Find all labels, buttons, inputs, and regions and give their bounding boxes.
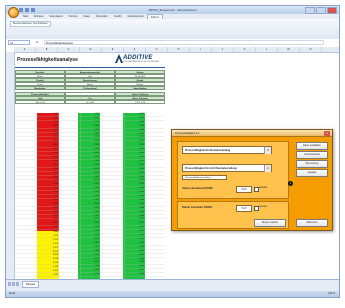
ribbon-button[interactable]: Benutzerdefinierte Symbolleisten <box>10 21 51 27</box>
logo-wordmark: ADDITIVE <box>123 55 153 61</box>
column-header[interactable]: F <box>124 47 146 52</box>
fx-icon[interactable]: fx <box>36 40 38 44</box>
upper-limit-input[interactable]: 5,20 <box>236 205 252 212</box>
lower-limit-label: Unterer Grenzwert (UGW): <box>182 187 214 190</box>
non-normal-distribution-select[interactable]: Prozessfähigkeit für nicht Normalverteil… <box>182 164 272 172</box>
chevron-down-icon[interactable]: ▾ <box>264 147 271 154</box>
header-cell[interactable]: Spezifikation <box>115 86 165 90</box>
header-row: Bearbeiter Prüfmerkmal Spezifikation <box>15 86 165 90</box>
data-area[interactable]: 5,112 5,087 5,130 5,104 5,098 5,121 5,093 5,115… <box>15 113 165 279</box>
column-header[interactable]: E <box>102 47 124 52</box>
column-header[interactable]: H <box>168 47 190 52</box>
title-bar: MPSK2_Beispiel.xlsx - Microsoft Excel <box>6 6 339 18</box>
column-header[interactable]: N <box>300 47 322 52</box>
window-controls <box>305 7 337 14</box>
column-header[interactable]: G <box>146 47 168 52</box>
column-header[interactable]: I <box>190 47 212 52</box>
select-value: Prozessfähigkeit für Normalverteilung <box>185 149 231 152</box>
select-value: Prozessfähigkeit für nicht Normalverteil… <box>185 167 237 170</box>
info-icon[interactable]: i <box>288 181 293 186</box>
output-button[interactable]: Ausgabe <box>296 169 328 177</box>
header-cell[interactable]: Ist: 0,66 <box>65 100 115 104</box>
status-bar: Bereit 100 % <box>6 291 339 297</box>
apply-button[interactable]: Übernehmen <box>296 160 328 168</box>
header-cell[interactable]: Soll: 1,33 <box>15 100 65 104</box>
cancel-button[interactable]: Abbrechen <box>296 219 328 227</box>
page-title: Prozessfähigkeitsanalyse <box>17 57 78 63</box>
distribution-panel: Prozessfähigkeit für Normalverteilung ▾ … <box>177 141 289 199</box>
first-sheet-icon[interactable] <box>8 282 11 286</box>
create-report-button[interactable]: Report erstellen <box>254 219 286 227</box>
select-data-button[interactable]: Daten auswählen <box>296 142 328 150</box>
header-cell[interactable]: Prüfmerkmal <box>65 86 115 90</box>
header-cell[interactable]: OTG: 5,20 <box>115 100 165 104</box>
logo-mark-icon <box>115 54 123 63</box>
column-header[interactable]: B <box>36 47 58 52</box>
capability-dialog: ProzessFähigkeit 2.0 x Prozessfähigkeit … <box>171 129 333 231</box>
excel-window: MPSK2_Beispiel.xlsx - Microsoft Excel St… <box>5 5 340 298</box>
ribbon-group: Benutzerdefinierte Symbolleisten <box>10 21 52 27</box>
select-value: Variante Anderson-Darling <box>185 177 211 179</box>
status-text: Bereit <box>9 292 16 295</box>
checkbox-label: Gesamt <box>259 206 268 208</box>
sheet-nav <box>8 282 19 286</box>
row-headers[interactable] <box>6 52 15 279</box>
lower-limit-input[interactable]: 5,00 <box>236 186 252 193</box>
minimize-button[interactable] <box>305 7 315 14</box>
formula-input[interactable]: Prozessfähigkeitsanalyse <box>44 40 324 45</box>
header-row: Soll: 1,33 Ist: 0,66 OTG: 5,20 <box>15 100 165 104</box>
variant-select[interactable]: Variante Anderson-Darling <box>182 175 227 180</box>
column-header[interactable]: K <box>234 47 256 52</box>
chevron-down-icon[interactable]: ▾ <box>264 165 271 172</box>
column-header[interactable]: M <box>278 47 300 52</box>
close-button[interactable] <box>327 7 337 14</box>
header-cell[interactable]: Bearbeiter <box>15 86 65 90</box>
zoom-level[interactable]: 100 % <box>328 291 335 297</box>
logo-tagline: SOFT- & HARDWARE FÜR TECHNIK & WISSENSCH… <box>123 62 160 63</box>
column-header[interactable]: D <box>80 47 102 52</box>
sheet-content: Prozessfähigkeitsanalyse ADDITIVE SOFT- … <box>15 53 165 279</box>
dialog-title: ProzessFähigkeit 2.0 <box>172 130 332 137</box>
column-header[interactable]: A <box>14 47 36 52</box>
column-header[interactable]: C <box>58 47 80 52</box>
normal-distribution-select[interactable]: Prozessfähigkeit für Normalverteilung ▾ <box>182 146 272 154</box>
checkbox-label: Gesamt <box>259 187 268 189</box>
company-logo: ADDITIVE SOFT- & HARDWARE FÜR TECHNIK & … <box>115 54 163 64</box>
column-header[interactable]: J <box>212 47 234 52</box>
column-header[interactable]: L <box>256 47 278 52</box>
next-sheet-icon[interactable] <box>16 282 19 286</box>
maximize-button[interactable] <box>316 7 326 14</box>
sheet-tab[interactable]: Beispiel <box>22 281 40 288</box>
cell-gridlines <box>15 113 165 279</box>
window-title: MPSK2_Beispiel.xlsx - Microsoft Excel <box>148 8 197 12</box>
name-box[interactable]: A1 <box>8 40 30 45</box>
divider <box>15 67 165 68</box>
upper-limit-label: Oberer Grenzwert (OGW): <box>182 206 213 209</box>
prev-sheet-icon[interactable] <box>12 282 15 286</box>
dialog-close-button[interactable]: x <box>324 131 330 136</box>
subgroups-button[interactable]: Unterschranken <box>296 151 328 159</box>
ribbon: Benutzerdefinierte Symbolleisten <box>6 19 339 40</box>
